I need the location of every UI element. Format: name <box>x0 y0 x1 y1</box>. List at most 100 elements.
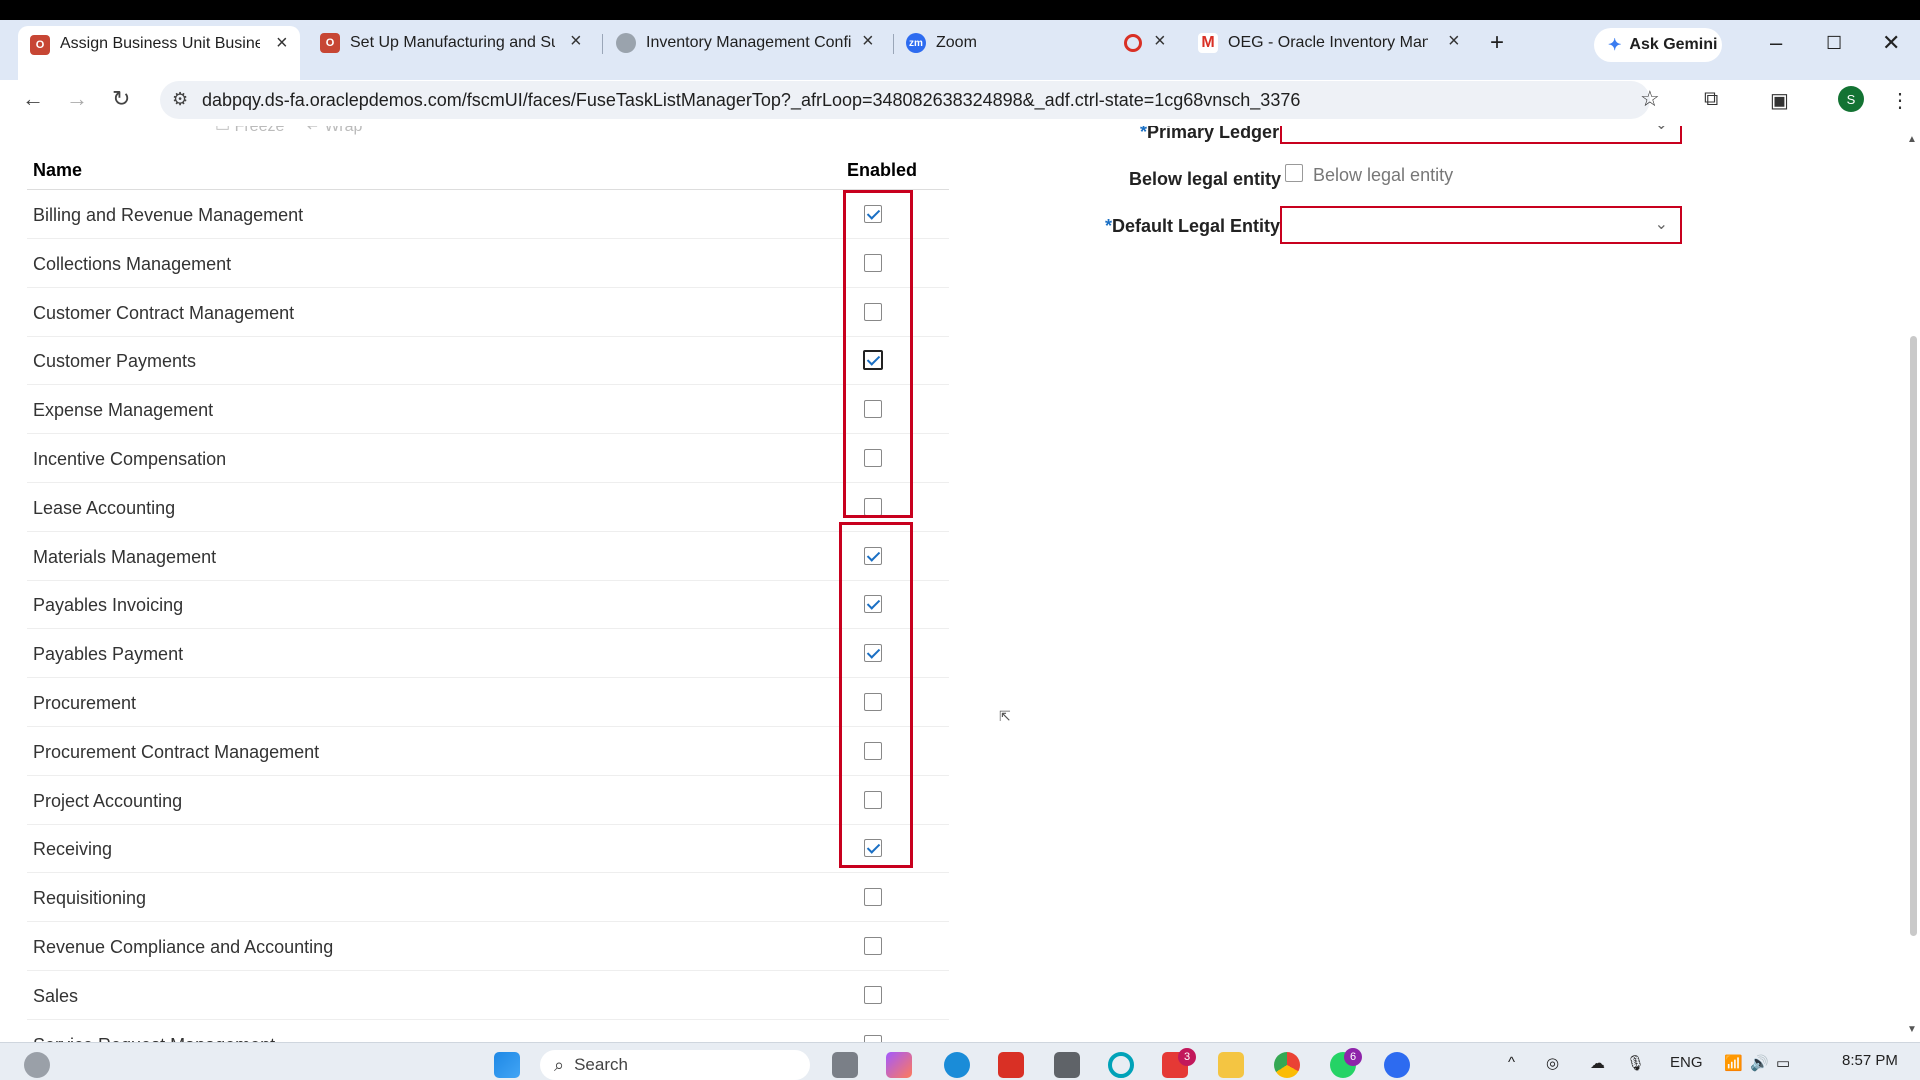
table-row[interactable]: Expense Management <box>27 385 949 435</box>
gmail-app-icon[interactable] <box>998 1052 1024 1078</box>
close-icon[interactable]: × <box>570 30 582 53</box>
below-legal-entity-checkbox[interactable] <box>1285 164 1303 182</box>
close-icon[interactable]: × <box>1448 30 1460 53</box>
zoom-app-icon[interactable] <box>1384 1052 1410 1078</box>
table-row[interactable]: Requisitioning <box>27 873 949 923</box>
table-row[interactable]: Sales <box>27 971 949 1020</box>
tab-zoom[interactable]: zm Zoom × <box>906 26 1176 60</box>
below-legal-entity-checkbox-label: Below legal entity <box>1313 165 1454 185</box>
language-indicator[interactable]: ENG <box>1670 1054 1703 1071</box>
tab-setup-manufacturing[interactable]: O Set Up Manufacturing and Sup × <box>320 26 600 60</box>
close-icon[interactable]: × <box>276 32 288 55</box>
tab-separator <box>602 34 603 54</box>
default-legal-entity-select[interactable]: ⌄ <box>1280 206 1682 244</box>
windows-start-icon[interactable] <box>494 1052 520 1078</box>
table-row[interactable]: Materials Management <box>27 532 949 581</box>
tray-chevron-icon[interactable]: ^ <box>1508 1054 1515 1071</box>
column-header-name[interactable]: Name <box>33 160 82 181</box>
clock[interactable]: 8:57 PM <box>1842 1052 1898 1069</box>
table-row[interactable]: Procurement Contract Management <box>27 727 949 776</box>
enabled-checkbox[interactable] <box>864 985 882 1004</box>
reload-icon[interactable]: ↻ <box>112 86 130 112</box>
wifi-icon[interactable]: 📶 <box>1724 1054 1743 1072</box>
chevron-down-icon[interactable]: ⌄ <box>1655 126 1668 134</box>
table-row[interactable]: Lease Accounting <box>27 483 949 532</box>
table-row[interactable]: Revenue Compliance and Accounting <box>27 922 949 971</box>
row-name: Project Accounting <box>33 790 183 811</box>
primary-ledger-select[interactable]: ⌄ <box>1280 126 1682 144</box>
row-name: Payables Invoicing <box>33 595 184 616</box>
maximize-icon[interactable]: ☐ <box>1826 33 1842 54</box>
highlight-box-top <box>843 190 913 518</box>
table-row[interactable]: Project Accounting <box>27 776 949 825</box>
tab-inventory-config[interactable]: Inventory Management Config × <box>616 26 886 60</box>
table-row[interactable]: Service Request Management <box>27 1020 949 1042</box>
chrome-icon[interactable] <box>1274 1052 1300 1078</box>
scroll-up-icon[interactable]: ▲ <box>1907 134 1917 145</box>
row-name: Requisitioning <box>33 888 147 909</box>
row-name: Customer Payments <box>33 351 197 372</box>
scrollbar-thumb[interactable] <box>1910 336 1917 936</box>
taskbar-search[interactable]: ⌕ Search <box>540 1050 810 1080</box>
row-name: Procurement Contract Management <box>33 741 320 762</box>
table-row[interactable]: Billing and Revenue Management <box>27 190 949 239</box>
tab-assign-business-unit[interactable]: O Assign Business Unit Business × <box>18 26 300 88</box>
menu-icon[interactable]: ⋮ <box>1890 88 1910 113</box>
tab-oeg-gmail[interactable]: M OEG - Oracle Inventory Manag × <box>1198 26 1468 60</box>
table-row[interactable]: Collections Management <box>27 239 949 288</box>
row-name: Revenue Compliance and Accounting <box>33 937 334 957</box>
globe-icon <box>616 33 636 53</box>
page-content: ▭ Freeze ↵ Wrap Name Enabled Billing and… <box>5 126 1907 1042</box>
table-row[interactable]: Customer Payments <box>27 336 949 386</box>
page-scrollbar[interactable]: ▲ ▼ <box>1906 126 1920 1042</box>
ask-gemini-button[interactable]: ✦ Ask Gemini <box>1594 28 1722 62</box>
widgets-icon[interactable] <box>24 1052 50 1078</box>
row-name: Incentive Compensation <box>33 449 227 469</box>
minimize-icon[interactable]: – <box>1770 30 1782 56</box>
table-row[interactable]: Payables Invoicing <box>27 580 949 630</box>
screen-top-bar <box>0 0 1920 20</box>
bookmark-star-icon[interactable]: ☆ <box>1640 86 1660 112</box>
row-name: Customer Contract Management <box>33 302 295 323</box>
table-row[interactable]: Procurement <box>27 678 949 727</box>
file-explorer-icon[interactable] <box>1218 1052 1244 1078</box>
side-panel-icon[interactable]: ▣ <box>1770 88 1789 113</box>
copilot-icon[interactable] <box>886 1052 912 1078</box>
task-view-icon[interactable] <box>832 1052 858 1078</box>
tray-cloud-icon[interactable]: ☁ <box>1590 1054 1605 1072</box>
close-icon[interactable]: × <box>1154 30 1166 53</box>
enabled-checkbox[interactable] <box>864 1034 882 1042</box>
tray-mic-icon[interactable]: 🎙 <box>1626 1054 1645 1072</box>
gmail-icon: M <box>1198 33 1218 53</box>
row-name: Expense Management <box>33 400 214 421</box>
forward-icon[interactable]: → <box>66 86 88 112</box>
store-icon[interactable] <box>1054 1052 1080 1078</box>
enabled-checkbox[interactable] <box>864 937 882 955</box>
tray-app-icon[interactable]: ◎ <box>1546 1054 1559 1072</box>
table-row[interactable]: Customer Contract Management <box>27 288 949 337</box>
site-settings-icon[interactable]: ⚙ <box>172 89 188 110</box>
tab-title: Assign Business Unit Business <box>60 35 260 52</box>
new-tab-button[interactable]: + <box>1490 26 1504 60</box>
table-row[interactable]: Incentive Compensation <box>27 434 949 483</box>
tab-title: Zoom <box>936 34 977 51</box>
scroll-down-icon[interactable]: ▼ <box>1907 1024 1917 1035</box>
volume-icon[interactable]: 🔊 <box>1750 1054 1769 1072</box>
below-legal-entity-label: Below legal entity <box>1129 169 1282 189</box>
close-icon[interactable]: × <box>862 30 874 53</box>
row-name: Service Request Management <box>33 1035 275 1042</box>
chevron-down-icon[interactable]: ⌄ <box>1655 214 1668 234</box>
extensions-icon[interactable]: ⧉ <box>1704 88 1718 111</box>
search-app-icon[interactable] <box>1108 1052 1134 1078</box>
avatar[interactable]: S <box>1838 86 1864 112</box>
back-icon[interactable]: ← <box>22 86 44 112</box>
battery-icon[interactable]: ▭ <box>1776 1054 1790 1072</box>
table-row[interactable]: Payables Payment <box>27 629 949 679</box>
table-row[interactable]: Receiving <box>27 824 949 874</box>
column-header-enabled[interactable]: Enabled <box>847 160 917 181</box>
edge-icon[interactable] <box>944 1052 970 1078</box>
notification-badge: 3 <box>1178 1048 1196 1066</box>
window-close-icon[interactable]: ✕ <box>1882 30 1900 56</box>
enabled-checkbox[interactable] <box>864 888 882 907</box>
url-bar[interactable]: ⚙ dabpqy.ds-fa.oraclepdemos.com/fscmUI/f… <box>160 81 1650 119</box>
